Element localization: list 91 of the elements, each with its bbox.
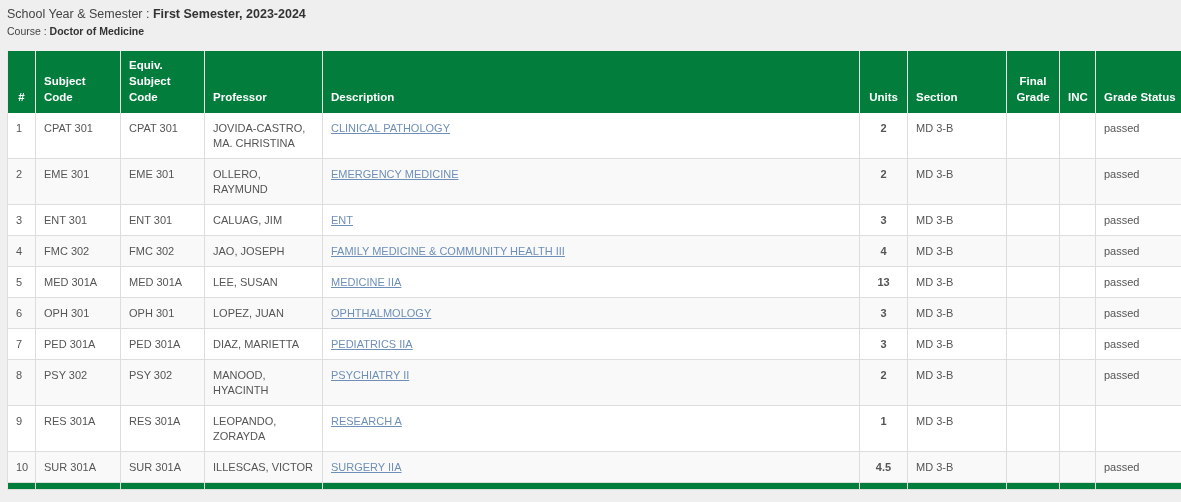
professor-name: OLLERO, RAYMUND xyxy=(204,158,323,205)
equiv-code: OPH 301 xyxy=(120,297,205,329)
row-number: 6 xyxy=(7,297,36,329)
grade-status: passed xyxy=(1095,235,1181,267)
grade-status: passed xyxy=(1095,328,1181,360)
row-number: 10 xyxy=(7,451,36,483)
section-value: MD 3-B xyxy=(907,113,1007,159)
section-value: MD 3-B xyxy=(907,235,1007,267)
section-value: MD 3-B xyxy=(907,359,1007,406)
semester-text: School Year & Semester : First Semester, 2023-2024 xyxy=(7,6,307,22)
equiv-code: ENT 301 xyxy=(120,204,205,236)
column-header: Final Grade xyxy=(1006,51,1060,113)
row-number: 8 xyxy=(7,359,36,406)
units-value: 2 xyxy=(859,359,908,406)
row-number: 9 xyxy=(7,405,36,452)
section-value: MD 3-B xyxy=(907,405,1007,452)
equiv-code: PSY 302 xyxy=(120,359,205,406)
column-header: Equiv. Subject Code xyxy=(120,51,205,113)
column-header: INC xyxy=(1059,51,1096,113)
section-value: MD 3-B xyxy=(907,158,1007,205)
description-link[interactable]: CLINICAL PATHOLOGY xyxy=(331,122,450,134)
description-link[interactable]: ENT xyxy=(331,214,353,226)
subject-code: FMC 302 xyxy=(35,235,121,267)
section-value: MD 3-B xyxy=(907,328,1007,360)
description-link[interactable]: PSYCHIATRY II xyxy=(331,369,410,381)
professor-name: LEOPANDO, ZORAYDA xyxy=(204,405,323,452)
subject-code: ENT 301 xyxy=(35,204,121,236)
professor-name: MANOOD, HYACINTH xyxy=(204,359,323,406)
section-value: MD 3-B xyxy=(907,297,1007,329)
units-value: 13 xyxy=(859,266,908,298)
grade-status: passed xyxy=(1095,204,1181,236)
section-value: MD 3-B xyxy=(907,451,1007,483)
row-number: 7 xyxy=(7,328,36,360)
equiv-code: PED 301A xyxy=(120,328,205,360)
subject-code: CPAT 301 xyxy=(35,113,121,159)
section-value: MD 3-B xyxy=(907,204,1007,236)
grade-status: passed xyxy=(1095,451,1181,483)
description-link[interactable]: PEDIATRICS IIA xyxy=(331,338,413,350)
course-text: Course : Doctor of Medicine xyxy=(7,24,146,38)
equiv-code: MED 301A xyxy=(120,266,205,298)
column-header: Units xyxy=(859,51,908,113)
professor-name: JOVIDA-CASTRO, MA. CHRISTINA xyxy=(204,113,323,159)
description-link[interactable]: FAMILY MEDICINE & COMMUNITY HEALTH III xyxy=(331,245,565,257)
grade-status: passed xyxy=(1095,158,1181,205)
column-header: # xyxy=(7,51,36,113)
subject-code: EME 301 xyxy=(35,158,121,205)
professor-name: JAO, JOSEPH xyxy=(204,235,323,267)
units-value: 2 xyxy=(859,158,908,205)
subject-code: RES 301A xyxy=(35,405,121,452)
description-link[interactable]: OPHTHALMOLOGY xyxy=(331,307,432,319)
subject-code: OPH 301 xyxy=(35,297,121,329)
professor-name: ILLESCAS, VICTOR xyxy=(204,451,323,483)
units-value: 4.5 xyxy=(859,451,908,483)
units-value: 2 xyxy=(859,113,908,159)
units-value: 4 xyxy=(859,235,908,267)
column-header: Grade Status xyxy=(1095,51,1181,113)
units-value: 1 xyxy=(859,405,908,452)
equiv-code: EME 301 xyxy=(120,158,205,205)
row-number: 3 xyxy=(7,204,36,236)
grade-status: passed xyxy=(1095,297,1181,329)
column-header: Description xyxy=(322,51,860,113)
equiv-code: RES 301A xyxy=(120,405,205,452)
equiv-code: CPAT 301 xyxy=(120,113,205,159)
units-value: 3 xyxy=(859,204,908,236)
column-header: Subject Code xyxy=(35,51,121,113)
units-value: 3 xyxy=(859,297,908,329)
column-header: Section xyxy=(907,51,1007,113)
equiv-code: SUR 301A xyxy=(120,451,205,483)
professor-name: DIAZ, MARIETTA xyxy=(204,328,323,360)
column-header: Professor xyxy=(204,51,323,113)
row-number: 4 xyxy=(7,235,36,267)
equiv-code: FMC 302 xyxy=(120,235,205,267)
subject-code: SUR 301A xyxy=(35,451,121,483)
description-link[interactable]: MEDICINE IIA xyxy=(331,276,402,288)
grade-status: passed xyxy=(1095,113,1181,159)
subject-code: PED 301A xyxy=(35,328,121,360)
description-link[interactable]: EMERGENCY MEDICINE xyxy=(331,168,459,180)
grade-status: passed xyxy=(1095,266,1181,298)
units-value: 3 xyxy=(859,328,908,360)
description-link[interactable]: SURGERY IIA xyxy=(331,461,402,473)
grade-status: passed xyxy=(1095,359,1181,406)
professor-name: LOPEZ, JUAN xyxy=(204,297,323,329)
row-number: 1 xyxy=(7,113,36,159)
row-number: 5 xyxy=(7,266,36,298)
section-value: MD 3-B xyxy=(907,266,1007,298)
subject-code: PSY 302 xyxy=(35,359,121,406)
professor-name: LEE, SUSAN xyxy=(204,266,323,298)
subject-code: MED 301A xyxy=(35,266,121,298)
description-link[interactable]: RESEARCH A xyxy=(331,415,402,427)
row-number: 2 xyxy=(7,158,36,205)
professor-name: CALUAG, JIM xyxy=(204,204,323,236)
